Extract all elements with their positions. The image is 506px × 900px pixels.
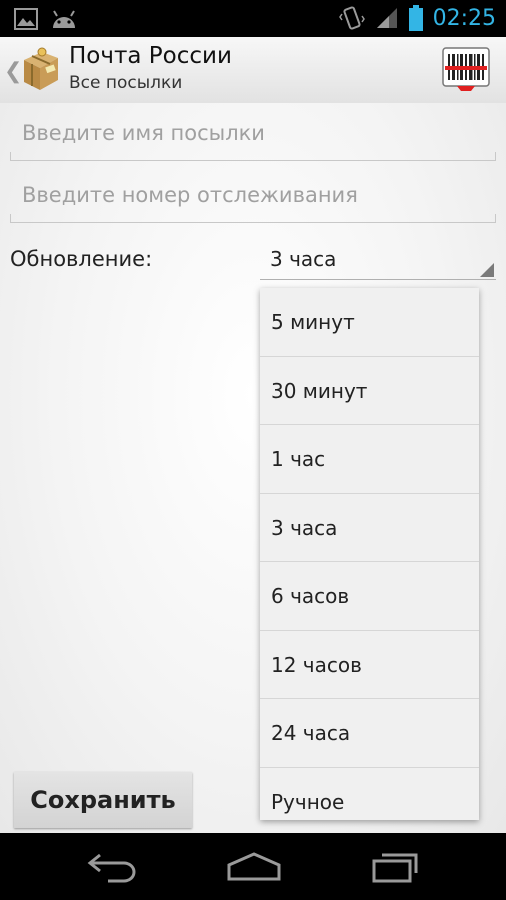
dropdown-option-1h[interactable]: 1 час	[260, 425, 479, 494]
tracking-number-field[interactable]	[10, 172, 502, 223]
action-bar: ❮ Почта России Все посылки	[0, 37, 506, 104]
option-label: 30 минут	[271, 378, 368, 403]
vibrate-icon	[338, 6, 365, 30]
back-icon[interactable]	[86, 851, 140, 883]
parcel-name-input[interactable]	[10, 110, 502, 156]
update-selected-value: 3 часа	[270, 247, 337, 271]
dropdown-option-manual[interactable]: Ручное	[260, 768, 479, 836]
option-label: 5 минут	[271, 310, 355, 334]
dropdown-option-30min[interactable]: 30 минут	[260, 357, 479, 425]
update-interval-dropdown: 5 минут 30 минут 1 час 3 часа 6 часов 12…	[260, 288, 479, 820]
barcode-scan-icon[interactable]	[441, 46, 491, 92]
android-notification-icon	[53, 10, 75, 28]
dropdown-option-5min[interactable]: 5 минут	[260, 288, 479, 357]
app-subtitle[interactable]: Все посылки	[69, 73, 182, 93]
option-label: 6 часов	[271, 584, 350, 608]
recent-apps-icon[interactable]	[370, 849, 422, 885]
image-notification-icon	[14, 8, 38, 30]
dropdown-option-6h[interactable]: 6 часов	[260, 562, 479, 631]
option-label: 1 час	[271, 447, 326, 471]
battery-icon	[408, 5, 423, 31]
dropdown-option-3h[interactable]: 3 часа	[260, 494, 479, 562]
status-bar: 02:25	[0, 0, 506, 37]
dropdown-option-12h[interactable]: 12 часов	[260, 631, 479, 699]
parcel-icon[interactable]	[20, 46, 62, 92]
tracking-number-input[interactable]	[10, 172, 502, 218]
spinner-arrow-icon	[480, 263, 494, 277]
app-title: Почта России	[69, 43, 232, 69]
navigation-bar	[0, 833, 506, 900]
home-icon[interactable]	[226, 851, 282, 883]
option-label: 3 часа	[271, 515, 338, 540]
clock: 02:25	[432, 5, 496, 31]
parcel-name-field[interactable]	[10, 110, 502, 161]
update-interval-spinner[interactable]: 3 часа	[260, 243, 496, 280]
option-label: Ручное	[271, 789, 345, 814]
option-label: 24 часа	[271, 721, 351, 745]
save-button[interactable]: Сохранить	[14, 772, 192, 828]
dropdown-option-24h[interactable]: 24 часа	[260, 699, 479, 768]
signal-icon	[376, 8, 397, 28]
option-label: 12 часов	[271, 652, 362, 677]
update-label: Обновление:	[10, 247, 153, 271]
